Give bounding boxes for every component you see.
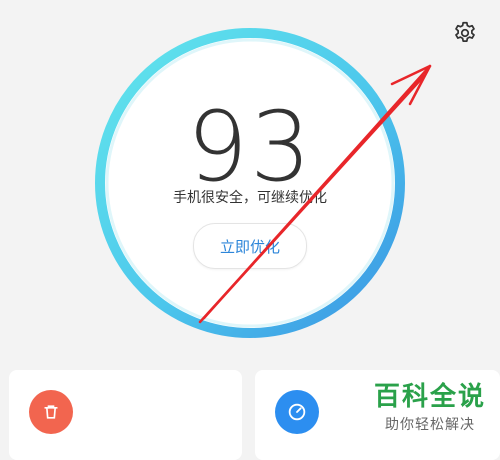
arrow-line-2 [202, 64, 432, 320]
annotation-arrow [198, 64, 432, 324]
